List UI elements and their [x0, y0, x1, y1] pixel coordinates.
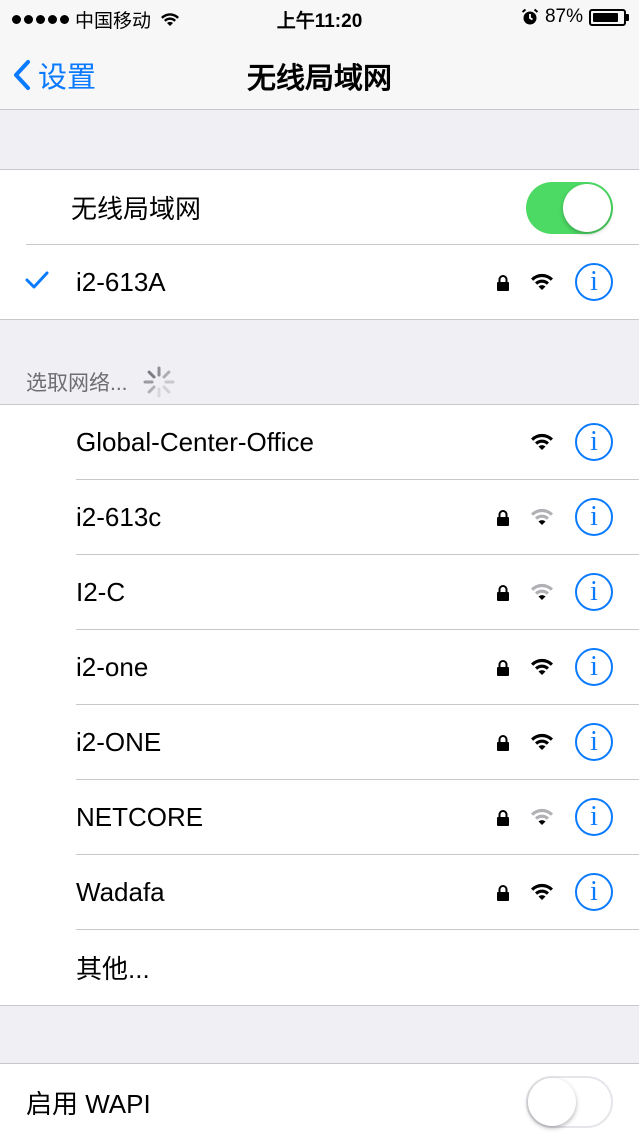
- network-row[interactable]: i2-one i: [0, 630, 639, 705]
- network-name: i2-one: [76, 652, 149, 682]
- lock-icon: [497, 275, 509, 291]
- wifi-toggle-row: 无线局域网: [0, 170, 639, 245]
- wifi-icon: [531, 808, 553, 825]
- network-name: Wadafa: [76, 877, 165, 907]
- lock-icon: [497, 810, 509, 826]
- wapi-row: 启用 WAPI: [0, 1064, 639, 1136]
- wifi-icon: [531, 433, 553, 450]
- wifi-icon: [531, 273, 553, 290]
- connected-network-row[interactable]: i2-613A i: [0, 245, 639, 319]
- network-row[interactable]: I2-C i: [0, 555, 639, 630]
- network-name: i2-ONE: [76, 727, 162, 757]
- other-network-row[interactable]: 其他...: [0, 930, 639, 1005]
- network-row[interactable]: NETCORE i: [0, 780, 639, 855]
- lock-icon: [497, 585, 509, 601]
- status-right: 87%: [521, 6, 629, 28]
- wapi-label: 启用 WAPI: [26, 1088, 151, 1119]
- lock-icon: [497, 510, 509, 526]
- network-info-button[interactable]: i: [575, 873, 613, 911]
- network-row[interactable]: i2-ONE i: [0, 705, 639, 780]
- network-name: Global-Center-Office: [76, 427, 314, 457]
- connected-info-button[interactable]: i: [575, 263, 613, 301]
- battery-percent: 87%: [544, 6, 583, 27]
- wifi-icon: [531, 658, 553, 675]
- networks-section-header: 选取网络...: [26, 365, 176, 399]
- network-info-button[interactable]: i: [575, 723, 613, 761]
- checkmark-icon: [25, 271, 49, 289]
- network-info-button[interactable]: i: [575, 798, 613, 836]
- network-name: i2-613c: [76, 502, 162, 532]
- status-bar: 中国移动 上午11:20 87%: [0, 0, 639, 38]
- wifi-toggle-label: 无线局域网: [71, 194, 202, 224]
- network-name: NETCORE: [76, 802, 204, 832]
- wapi-group: 启用 WAPI: [0, 1063, 639, 1136]
- lock-icon: [497, 735, 509, 751]
- network-info-button[interactable]: i: [575, 423, 613, 461]
- network-info-button[interactable]: i: [575, 573, 613, 611]
- networks-header-label: 选取网络...: [26, 372, 128, 395]
- network-list: Global-Center-Office i i2-613c i I2-C i i2-…: [0, 404, 639, 1006]
- wifi-toggle[interactable]: [526, 181, 613, 234]
- network-row[interactable]: Wadafa i: [0, 855, 639, 930]
- wifi-settings-group: 无线局域网 i2-613A i: [0, 169, 639, 320]
- lock-icon: [497, 885, 509, 901]
- lock-icon: [497, 660, 509, 676]
- loading-spinner-icon: [143, 366, 175, 398]
- page-title: 无线局域网: [246, 63, 392, 95]
- wapi-toggle[interactable]: [526, 1076, 613, 1128]
- battery-icon: [589, 8, 629, 26]
- wifi-icon: [531, 583, 553, 600]
- wifi-icon: [531, 508, 553, 525]
- wifi-icon: [531, 733, 553, 750]
- network-info-button[interactable]: i: [575, 648, 613, 686]
- wifi-icon: [531, 883, 553, 900]
- alarm-icon: [521, 8, 539, 25]
- network-row[interactable]: i2-613c i: [0, 480, 639, 555]
- network-row[interactable]: Global-Center-Office i: [0, 405, 639, 480]
- network-info-button[interactable]: i: [575, 498, 613, 536]
- network-name: I2-C: [76, 577, 126, 607]
- navigation-bar: 设置 无线局域网: [0, 38, 639, 110]
- other-network-label: 其他...: [76, 954, 150, 984]
- connected-network-name: i2-613A: [76, 266, 166, 297]
